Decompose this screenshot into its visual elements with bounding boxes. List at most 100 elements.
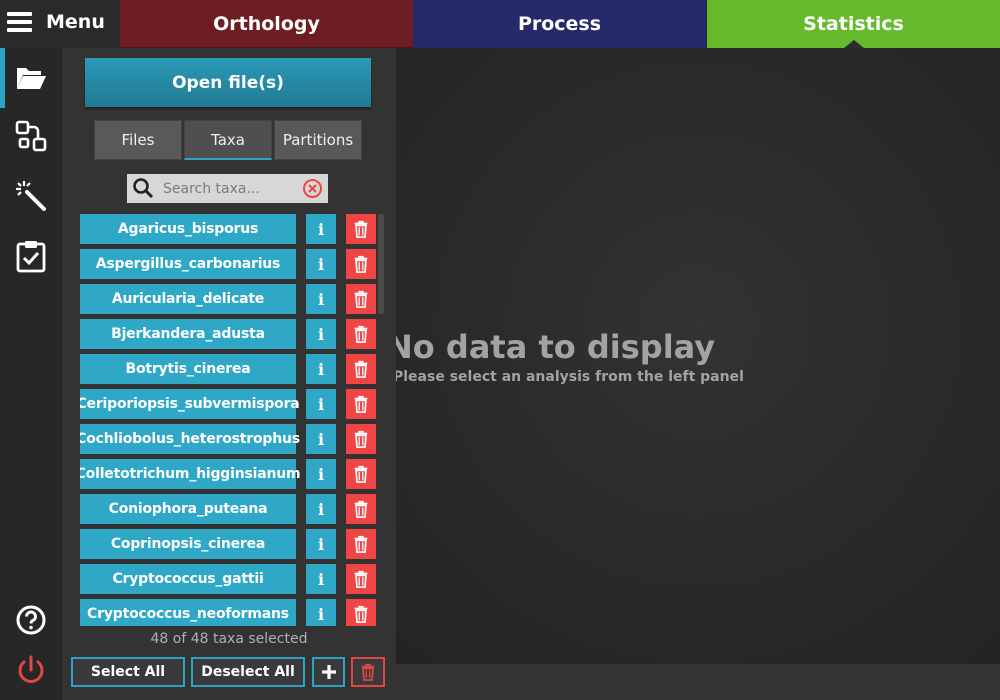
add-taxa-button[interactable] [312, 657, 345, 687]
taxon-delete-button[interactable] [346, 529, 376, 559]
taxon-info-button[interactable]: i [306, 459, 336, 489]
taxon-delete-button[interactable] [346, 319, 376, 349]
taxon-row: Ceriporiopsis_subvermispora i [80, 389, 380, 419]
taxon-row: Auricularia_delicate i [80, 284, 380, 314]
tab-files[interactable]: Files [94, 120, 182, 160]
taxon-row: Cochliobolus_heterostrophus i [80, 424, 380, 454]
empty-state-title: No data to display [396, 328, 716, 366]
taxon-name-button[interactable]: Aspergillus_carbonarius [80, 249, 296, 279]
taxon-info-button[interactable]: i [306, 249, 336, 279]
trash-icon [354, 290, 368, 308]
info-icon: i [317, 219, 325, 239]
taxa-list-scrollbar[interactable] [378, 214, 384, 314]
tab-orthology-label: Orthology [213, 12, 320, 35]
taxon-name-button[interactable]: Cryptococcus_neoformans [80, 599, 296, 626]
menu-button[interactable]: Menu [0, 0, 120, 48]
taxon-info-button[interactable]: i [306, 284, 336, 314]
taxon-delete-button[interactable] [346, 564, 376, 594]
taxon-info-button[interactable]: i [306, 354, 336, 384]
tab-process[interactable]: Process [413, 0, 706, 48]
taxon-delete-button[interactable] [346, 494, 376, 524]
search-input[interactable] [161, 177, 297, 201]
taxon-row: Colletotrichum_higginsianum i [80, 459, 380, 489]
trash-icon [354, 220, 368, 238]
quit-nav[interactable] [0, 640, 62, 700]
process-nav[interactable] [0, 106, 62, 166]
clear-search-icon[interactable] [302, 178, 323, 199]
power-icon [18, 655, 44, 683]
taxon-name-button[interactable]: Colletotrichum_higginsianum [80, 459, 301, 489]
info-icon: i [317, 394, 325, 414]
tab-statistics-label: Statistics [803, 13, 904, 35]
clipboard-check-icon [16, 241, 46, 273]
tab-orthology[interactable]: Orthology [120, 0, 413, 48]
info-icon: i [317, 604, 325, 624]
tab-statistics[interactable]: Statistics [707, 0, 1000, 48]
select-all-button[interactable]: Select All [71, 657, 185, 687]
menu-label: Menu [46, 11, 105, 33]
taxon-name-button[interactable]: Cochliobolus_heterostrophus [80, 424, 300, 454]
info-icon: i [317, 359, 325, 379]
folder-open-icon [17, 68, 46, 89]
trash-icon [354, 605, 368, 623]
taxa-search [127, 174, 328, 203]
taxon-name-button[interactable]: Agaricus_bisporus [80, 214, 296, 244]
top-bar: Menu Orthology Process Statistics [0, 0, 1000, 48]
hamburger-icon [7, 12, 32, 32]
taxon-info-button[interactable]: i [306, 319, 336, 349]
info-icon: i [317, 569, 325, 589]
taxon-info-button[interactable]: i [306, 494, 336, 524]
taxon-info-button[interactable]: i [306, 599, 336, 626]
taxon-name-button[interactable]: Coniophora_puteana [80, 494, 296, 524]
taxon-delete-button[interactable] [346, 459, 376, 489]
trash-icon [354, 500, 368, 518]
taxon-row: Aspergillus_carbonarius i [80, 249, 380, 279]
plus-icon [321, 665, 336, 679]
trash-icon [354, 535, 368, 553]
taxon-row: Bjerkandera_adusta i [80, 319, 380, 349]
search-icon [133, 178, 154, 199]
tab-process-label: Process [517, 13, 602, 35]
trash-icon [354, 570, 368, 588]
tab-taxa[interactable]: Taxa [184, 120, 272, 160]
taxon-info-button[interactable]: i [306, 424, 336, 454]
status-bar [396, 664, 1000, 700]
taxon-row: Agaricus_bisporus i [80, 214, 380, 244]
taxon-delete-button[interactable] [346, 284, 376, 314]
taxon-name-button[interactable]: Ceriporiopsis_subvermispora [80, 389, 300, 419]
taxon-row: Coprinopsis_cinerea i [80, 529, 380, 559]
tab-partitions[interactable]: Partitions [274, 120, 362, 160]
deselect-all-button[interactable]: Deselect All [191, 657, 305, 687]
taxon-name-button[interactable]: Auricularia_delicate [80, 284, 296, 314]
open-files-nav[interactable] [0, 48, 62, 108]
taxon-info-button[interactable]: i [306, 529, 336, 559]
remove-taxa-button[interactable] [351, 657, 385, 687]
taxon-name-button[interactable]: Botrytis_cinerea [80, 354, 296, 384]
taxon-info-button[interactable]: i [306, 564, 336, 594]
taxon-name-button[interactable]: Bjerkandera_adusta [80, 319, 296, 349]
open-files-button[interactable]: Open file(s) [85, 58, 371, 107]
info-icon: i [317, 289, 325, 309]
statistics-nav[interactable] [0, 226, 62, 286]
taxon-delete-button[interactable] [346, 354, 376, 384]
taxon-info-button[interactable]: i [306, 214, 336, 244]
taxon-delete-button[interactable] [346, 599, 376, 626]
taxon-delete-button[interactable] [346, 249, 376, 279]
taxon-info-button[interactable]: i [306, 389, 336, 419]
workflow-icon [15, 120, 47, 152]
taxon-name-button[interactable]: Coprinopsis_cinerea [80, 529, 296, 559]
selection-count: 48 of 48 taxa selected [150, 631, 308, 647]
taxon-delete-button[interactable] [346, 424, 376, 454]
taxon-delete-button[interactable] [346, 214, 376, 244]
magic-wand-icon [16, 181, 46, 211]
trash-icon [354, 325, 368, 343]
taxa-list: Agaricus_bisporus i Aspergillus_carbonariu… [80, 214, 380, 626]
taxon-row: Coniophora_puteana i [80, 494, 380, 524]
taxon-delete-button[interactable] [346, 389, 376, 419]
trash-icon [354, 255, 368, 273]
taxon-name-button[interactable]: Cryptococcus_gattii [80, 564, 296, 594]
info-icon: i [317, 429, 325, 449]
tools-nav[interactable] [0, 166, 62, 226]
info-icon: i [317, 254, 325, 274]
trash-icon [354, 430, 368, 448]
